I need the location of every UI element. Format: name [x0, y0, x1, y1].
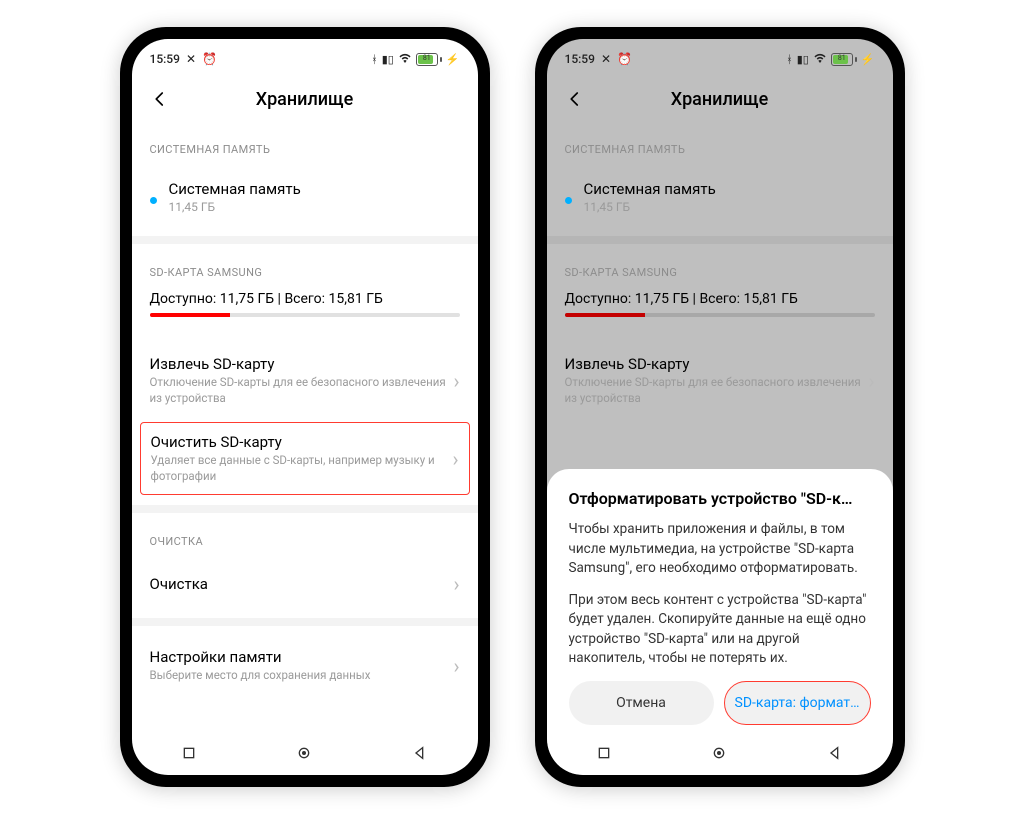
wifi-icon	[813, 53, 827, 66]
memory-settings-row[interactable]: Настройки памяти Выберите место для сохр…	[150, 636, 460, 696]
clear-sd-highlight: Очистить SD-карту Удаляет все данные с S…	[140, 422, 470, 495]
app-header: Хранилище	[547, 73, 893, 121]
format-dialog: Отформатировать устройство "SD-к… Чтобы …	[547, 469, 893, 775]
format-confirm-button[interactable]: SD-карта: формат…	[724, 681, 871, 725]
sd-progress	[150, 313, 460, 317]
app-header: Хранилище	[132, 73, 478, 121]
signal-icon: ▮▯	[797, 53, 809, 66]
status-time: 15:59	[565, 52, 595, 66]
system-memory-row[interactable]: Системная память 11,45 ГБ	[150, 168, 460, 226]
signal-icon: ▮▯	[382, 53, 394, 66]
sd-progress	[565, 313, 875, 317]
charging-icon: ⚡	[861, 53, 875, 66]
phone-frame-right: 15:59 ✕ ⏰ ᚼ ▮▯ 81 ⚡ Хранилище	[535, 27, 905, 787]
section-sd-label: SD-КАРТА SAMSUNG	[565, 266, 875, 279]
system-memory-title: Системная память	[169, 180, 460, 198]
nav-home-icon[interactable]	[711, 745, 727, 765]
clear-sd-row[interactable]: Очистить SD-карту Удаляет все данные с S…	[151, 433, 459, 484]
battery-icon: 81	[831, 53, 857, 66]
dialog-title: Отформатировать устройство "SD-к…	[569, 489, 871, 508]
screen-right: 15:59 ✕ ⏰ ᚼ ▮▯ 81 ⚡ Хранилище	[547, 39, 893, 775]
bluetooth-icon: ᚼ	[786, 53, 793, 66]
dot-icon	[565, 197, 572, 204]
memory-settings-title: Настройки памяти	[150, 648, 448, 666]
cancel-button[interactable]: Отмена	[569, 681, 714, 725]
system-memory-size: 11,45 ГБ	[584, 200, 875, 214]
wifi-icon	[398, 53, 412, 66]
section-sd-label: SD-КАРТА SAMSUNG	[150, 266, 460, 279]
page-title: Хранилище	[563, 89, 877, 110]
chevron-right-icon: ›	[453, 654, 459, 678]
divider	[547, 236, 893, 244]
status-bar: 15:59 ✕ ⏰ ᚼ ▮▯ 81 ⚡	[132, 39, 478, 73]
dot-icon	[150, 197, 157, 204]
chevron-right-icon: ›	[453, 369, 459, 393]
system-memory-row: Системная память 11,45 ГБ	[565, 168, 875, 226]
chevron-right-icon: ›	[453, 572, 459, 596]
nav-recent-icon[interactable]	[596, 745, 612, 765]
clear-sd-title: Очистить SD-карту	[151, 433, 447, 451]
nav-bar	[132, 735, 478, 775]
nav-back-icon[interactable]	[412, 745, 428, 765]
nav-back-icon[interactable]	[827, 745, 843, 765]
cleanup-row[interactable]: Очистка ›	[150, 560, 460, 608]
eject-sd-row[interactable]: Извлечь SD-карту Отключение SD-карты для…	[150, 343, 460, 418]
chevron-right-icon: ›	[868, 369, 874, 393]
clear-sd-sub: Удаляет все данные с SD-карты, например …	[151, 453, 447, 484]
eject-sd-title: Извлечь SD-карту	[565, 355, 863, 373]
divider	[132, 236, 478, 244]
dnd-icon: ✕	[601, 52, 611, 66]
dialog-body-2: При этом весь контент с устройства "SD-к…	[569, 591, 871, 669]
section-system-memory-label: СИСТЕМНАЯ ПАМЯТЬ	[150, 143, 460, 156]
section-system-memory-label: СИСТЕМНАЯ ПАМЯТЬ	[565, 143, 875, 156]
page-title: Хранилище	[148, 89, 462, 110]
eject-sd-title: Извлечь SD-карту	[150, 355, 448, 373]
dnd-icon: ✕	[186, 52, 196, 66]
phone-frame-left: 15:59 ✕ ⏰ ᚼ ▮▯ 81 ⚡ Хранилище	[120, 27, 490, 787]
system-memory-title: Системная память	[584, 180, 875, 198]
screen-left: 15:59 ✕ ⏰ ᚼ ▮▯ 81 ⚡ Хранилище	[132, 39, 478, 775]
sd-available-line: Доступно: 11,75 ГБ | Всего: 15,81 ГБ	[565, 291, 875, 307]
eject-sd-sub: Отключение SD-карты для ее безопасного и…	[150, 375, 448, 406]
status-time: 15:59	[150, 52, 180, 66]
sd-available-line: Доступно: 11,75 ГБ | Всего: 15,81 ГБ	[150, 291, 460, 307]
eject-sd-row: Извлечь SD-карту Отключение SD-карты для…	[565, 343, 875, 418]
system-memory-size: 11,45 ГБ	[169, 200, 460, 214]
battery-icon: 81	[416, 53, 442, 66]
divider	[132, 618, 478, 626]
dialog-body-1: Чтобы хранить приложения и файлы, в том …	[569, 520, 871, 579]
memory-settings-sub: Выберите место для сохранения данных	[150, 668, 448, 684]
content-area: СИСТЕМНАЯ ПАМЯТЬ Системная память 11,45 …	[132, 121, 478, 735]
chevron-right-icon: ›	[452, 447, 458, 471]
alarm-icon: ⏰	[202, 52, 217, 66]
nav-recent-icon[interactable]	[181, 745, 197, 765]
status-bar: 15:59 ✕ ⏰ ᚼ ▮▯ 81 ⚡	[547, 39, 893, 73]
cleanup-title: Очистка	[150, 575, 448, 593]
charging-icon: ⚡	[446, 53, 460, 66]
eject-sd-sub: Отключение SD-карты для ее безопасного и…	[565, 375, 863, 406]
nav-home-icon[interactable]	[296, 745, 312, 765]
alarm-icon: ⏰	[617, 52, 632, 66]
nav-bar	[547, 735, 893, 775]
divider	[132, 505, 478, 513]
section-cleanup-label: ОЧИСТКА	[150, 535, 460, 548]
bluetooth-icon: ᚼ	[371, 53, 378, 66]
